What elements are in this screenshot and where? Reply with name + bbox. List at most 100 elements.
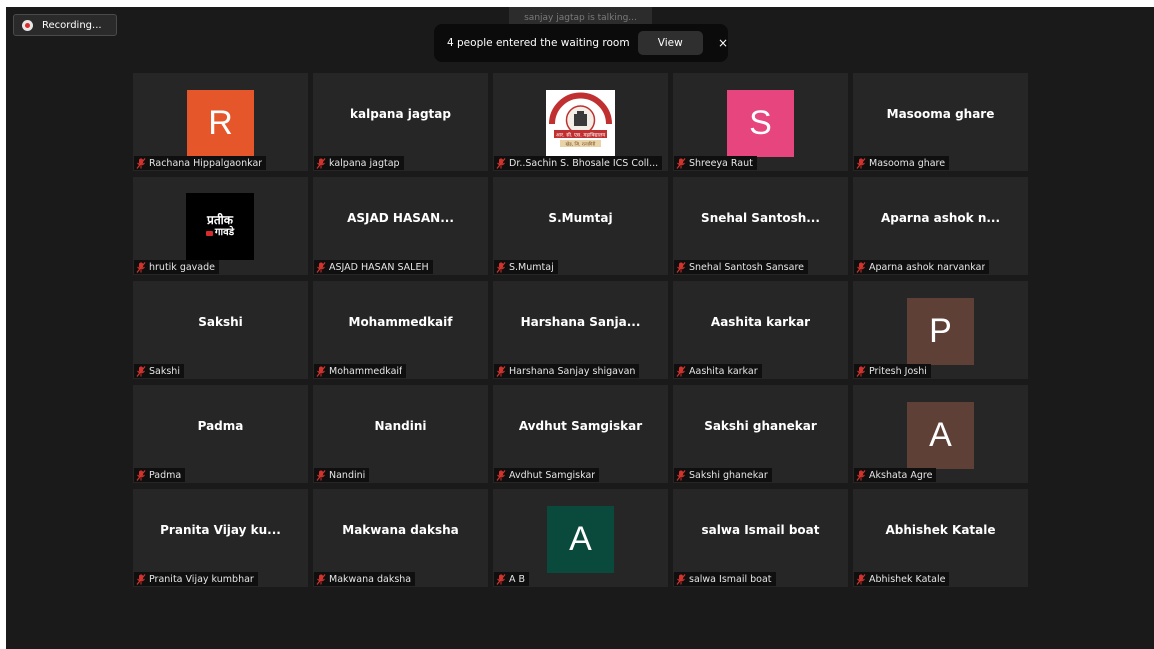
- muted-mic-icon: [316, 469, 326, 481]
- participant-name: Pranita Vijay kumbhar: [149, 573, 254, 585]
- participant-name: Abhishek Katale: [869, 573, 946, 585]
- college-logo-text: खेड, जि. रत्नागिरी: [566, 141, 597, 148]
- photo-text: प्रतीक: [207, 213, 233, 227]
- participant-display-name: salwa Ismail boat: [701, 523, 820, 537]
- participant-display-name: S.Mumtaj: [548, 211, 613, 225]
- participant-tile[interactable]: A A B: [493, 489, 668, 587]
- participant-avatar: A: [907, 402, 974, 469]
- participant-tile[interactable]: Masooma ghare Masooma ghare: [853, 73, 1028, 171]
- participant-tile[interactable]: Harshana Sanja... Harshana Sanjay shigav…: [493, 281, 668, 379]
- participant-display-name: Snehal Santosh...: [701, 211, 820, 225]
- participant-display-name: Abhishek Katale: [885, 523, 996, 537]
- participant-nametag: Shreeya Raut: [674, 156, 757, 170]
- participant-tile[interactable]: Avdhut Samgiskar Avdhut Samgiskar: [493, 385, 668, 483]
- participant-name: ASJAD HASAN SALEH: [329, 261, 429, 273]
- participant-display-name: Aashita karkar: [710, 315, 811, 329]
- recording-indicator[interactable]: Recording...: [13, 14, 117, 36]
- participant-tile[interactable]: Padma Padma: [133, 385, 308, 483]
- participant-tile[interactable]: S Shreeya Raut: [673, 73, 848, 171]
- recording-label: Recording...: [42, 19, 102, 31]
- participant-nametag: Masooma ghare: [854, 156, 950, 170]
- muted-mic-icon: [316, 573, 326, 585]
- view-waiting-room-button[interactable]: View: [637, 31, 703, 55]
- participant-display-name: Nandini: [374, 419, 427, 433]
- participant-nametag: Pranita Vijay kumbhar: [134, 572, 258, 586]
- muted-mic-icon: [136, 573, 146, 585]
- muted-mic-icon: [856, 261, 866, 273]
- participant-tile[interactable]: Aashita karkar Aashita karkar: [673, 281, 848, 379]
- participant-nametag: Akshata Agre: [854, 468, 937, 482]
- participant-tile[interactable]: Mohammedkaif Mohammedkaif: [313, 281, 488, 379]
- participant-tile[interactable]: प्रतीक गावडे hrutik gavade: [133, 177, 308, 275]
- participant-name: Dr..Sachin S. Bhosale ICS Coll...: [509, 157, 659, 169]
- participant-display-name: Pranita Vijay ku...: [160, 523, 281, 537]
- muted-mic-icon: [136, 469, 146, 481]
- muted-mic-icon: [856, 365, 866, 377]
- participant-nametag: A B: [494, 572, 530, 586]
- participant-name: Masooma ghare: [869, 157, 946, 169]
- muted-mic-icon: [496, 157, 506, 169]
- participant-nametag: Dr..Sachin S. Bhosale ICS Coll...: [494, 156, 663, 170]
- participant-name: salwa Ismail boat: [689, 573, 772, 585]
- participant-name: Snehal Santosh Sansare: [689, 261, 804, 273]
- muted-mic-icon: [136, 157, 146, 169]
- participant-tile[interactable]: Snehal Santosh... Snehal Santosh Sansare: [673, 177, 848, 275]
- participant-name: Rachana Hippalgaonkar: [149, 157, 263, 169]
- participant-tile[interactable]: Sakshi Sakshi: [133, 281, 308, 379]
- participant-nametag: Avdhut Samgiskar: [494, 468, 600, 482]
- college-logo-text: आर. सी. एस. महाविद्यालय: [556, 132, 605, 139]
- participant-tile[interactable]: आर. सी. एस. महाविद्यालय खेड, जि. रत्नागि…: [493, 73, 668, 171]
- muted-mic-icon: [316, 365, 326, 377]
- participant-nametag: salwa Ismail boat: [674, 572, 776, 586]
- participant-tile[interactable]: S.Mumtaj S.Mumtaj: [493, 177, 668, 275]
- participant-tile[interactable]: Sakshi ghanekar Sakshi ghanekar: [673, 385, 848, 483]
- participant-tile[interactable]: Nandini Nandini: [313, 385, 488, 483]
- participant-tile[interactable]: ASJAD HASAN... ASJAD HASAN SALEH: [313, 177, 488, 275]
- participant-name: Padma: [149, 469, 182, 481]
- participant-nametag: Padma: [134, 468, 186, 482]
- participant-nametag: Aashita karkar: [674, 364, 762, 378]
- close-icon[interactable]: ×: [718, 36, 728, 50]
- participant-name: Harshana Sanjay shigavan: [509, 365, 636, 377]
- participant-tile[interactable]: Pranita Vijay ku... Pranita Vijay kumbha…: [133, 489, 308, 587]
- photo-text: गावडे: [214, 227, 235, 238]
- participant-tile[interactable]: Makwana daksha Makwana daksha: [313, 489, 488, 587]
- participant-name: S.Mumtaj: [509, 261, 554, 273]
- participant-nametag: Sakshi: [134, 364, 184, 378]
- muted-mic-icon: [316, 157, 326, 169]
- muted-mic-icon: [676, 469, 686, 481]
- participant-tile[interactable]: R Rachana Hippalgaonkar: [133, 73, 308, 171]
- meeting-window: Recording... sanjay jagtap is talking...…: [6, 7, 1154, 649]
- participant-name: Sakshi: [149, 365, 180, 377]
- participant-display-name: Harshana Sanja...: [520, 315, 641, 329]
- participant-name: Aparna ashok narvankar: [869, 261, 986, 273]
- participant-display-name: Makwana daksha: [342, 523, 459, 537]
- participant-tile[interactable]: Aparna ashok n... Aparna ashok narvankar: [853, 177, 1028, 275]
- waiting-room-notification: 4 people entered the waiting room View ×: [434, 24, 728, 62]
- record-icon: [22, 19, 33, 31]
- muted-mic-icon: [856, 157, 866, 169]
- participant-name: Shreeya Raut: [689, 157, 753, 169]
- participant-name: Sakshi ghanekar: [689, 469, 768, 481]
- participant-display-name: Masooma ghare: [886, 107, 995, 121]
- participant-tile[interactable]: Abhishek Katale Abhishek Katale: [853, 489, 1028, 587]
- video-play-icon: [205, 230, 213, 236]
- muted-mic-icon: [136, 365, 146, 377]
- participant-nametag: Harshana Sanjay shigavan: [494, 364, 640, 378]
- participant-avatar: A: [547, 506, 614, 573]
- participant-tile[interactable]: kalpana jagtap kalpana jagtap: [313, 73, 488, 171]
- participant-name: Mohammedkaif: [329, 365, 403, 377]
- participant-nametag: Abhishek Katale: [854, 572, 950, 586]
- participant-display-name: Sakshi: [198, 315, 243, 329]
- participant-tile[interactable]: salwa Ismail boat salwa Ismail boat: [673, 489, 848, 587]
- participant-avatar: P: [907, 298, 974, 365]
- participant-display-name: Sakshi ghanekar: [704, 419, 817, 433]
- participant-tile[interactable]: A Akshata Agre: [853, 385, 1028, 483]
- participant-name: Nandini: [329, 469, 366, 481]
- participant-nametag: Aparna ashok narvankar: [854, 260, 990, 274]
- participant-nametag: kalpana jagtap: [314, 156, 404, 170]
- participant-nametag: hrutik gavade: [134, 260, 220, 274]
- participant-tile[interactable]: P Pritesh Joshi: [853, 281, 1028, 379]
- participant-nametag: Rachana Hippalgaonkar: [134, 156, 267, 170]
- muted-mic-icon: [496, 469, 506, 481]
